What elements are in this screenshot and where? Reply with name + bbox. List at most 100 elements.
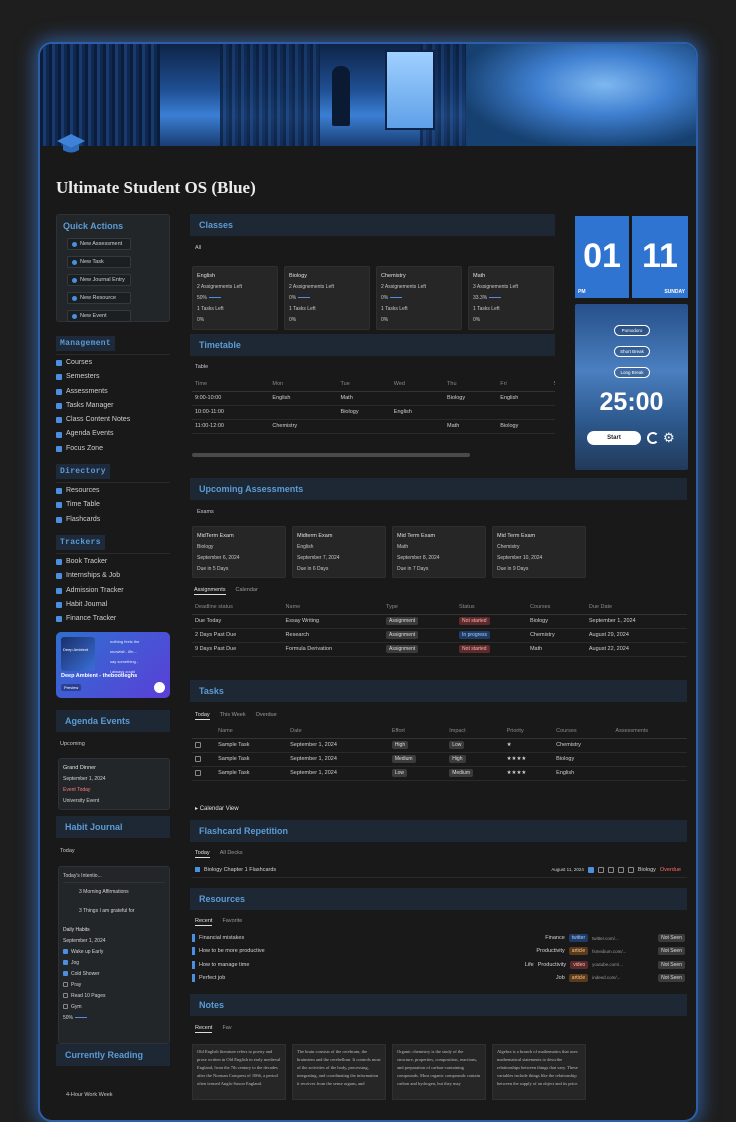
review-checkbox-1[interactable] [587,866,594,873]
tab-all-decks[interactable]: All Decks [220,850,243,858]
habit-view-today[interactable]: Today [60,848,75,854]
new-assessment-button[interactable]: New Assessment [67,238,131,250]
nav-internships[interactable]: Internships & Job [56,569,170,583]
tab-today-cards[interactable]: Today [195,850,210,858]
class-card[interactable]: English 2 Assignements Left 50% 1 Tasks Lef… [192,266,278,330]
table-row[interactable]: 2 Days Past Due Research Assignment In prog… [192,628,687,643]
habit-item[interactable]: Wake up Early [63,947,165,958]
table-row[interactable]: Sample Task September 1, 2024 High Low ★ Chem… [192,738,687,753]
classes-view-all[interactable]: All [195,245,201,251]
habit-item[interactable]: Read 10 Pages [63,991,165,1002]
nav-flashcards[interactable]: Flashcards [56,513,170,527]
habit-item[interactable]: Jog [63,958,165,969]
horizontal-scrollbar[interactable] [192,453,470,457]
note-card[interactable]: The brain consists of the cerebrum, the … [292,1044,386,1100]
target-icon [56,445,62,452]
nav-focus[interactable]: Focus Zone [56,442,170,456]
quick-actions-title: Quick Actions [63,221,124,231]
calendar-view-toggle[interactable]: ▸ Calendar View [195,805,239,812]
agenda-event-card[interactable]: Grand Dinner September 1, 2024 Event Tod… [58,758,170,810]
habit-checkbox[interactable] [63,949,68,955]
nav-admission[interactable]: Admission Tracker [56,584,170,598]
new-task-button[interactable]: New Task [67,256,131,268]
short-break-button[interactable]: Short Break [614,346,650,357]
nav-tasks[interactable]: Tasks Manager [56,399,170,413]
table-row[interactable]: Due Today Essay Writing Assignment Not star… [192,614,687,629]
tab-fav-notes[interactable]: Fav [222,1025,231,1033]
assessments-view-exams[interactable]: Exams [197,509,214,515]
nav-resources[interactable]: Resources [56,484,170,498]
habit-item[interactable]: Pray [63,980,165,991]
nav-semesters[interactable]: Semesters [56,370,170,384]
habit-checkbox[interactable] [63,993,68,999]
habit-checkbox[interactable] [63,960,68,966]
music-title: Deep Ambient - thebootleghs [61,673,138,679]
new-resource-button[interactable]: New Resource [67,292,131,304]
nav-class-notes[interactable]: Class Content Notes [56,413,170,427]
table-row[interactable]: Sample Task September 1, 2024 Low Medium ★★★… [192,766,687,781]
tab-today[interactable]: Today [195,712,210,720]
class-card[interactable]: Chemistry 2 Assignements Left 0% 1 Tasks Le… [376,266,462,330]
agenda-view-upcoming[interactable]: Upcoming [60,741,85,747]
new-journal-button[interactable]: New Journal Entry [67,274,131,286]
review-checkbox-2[interactable] [597,866,604,873]
table-row[interactable]: Sample Task September 1, 2024 Medium High ★★… [192,752,687,767]
play-icon[interactable] [154,682,165,693]
tab-calendar[interactable]: Calendar [236,587,258,595]
resource-row[interactable]: How to be more productive Productivity art… [192,945,687,957]
class-card[interactable]: Biology 2 Assignements Left 0% 1 Tasks Left… [284,266,370,330]
settings-icon[interactable]: ⚙ [663,431,675,444]
habit-checkbox[interactable] [63,982,68,988]
exam-card[interactable]: Midterm Exam English September 7, 2024 Due … [292,526,386,578]
tab-assignments[interactable]: Assignments [194,587,226,595]
nav-assessments[interactable]: Assessments [56,385,170,399]
habit-item[interactable]: Gym [63,1002,165,1013]
resources-tabs: Recent Favorite [195,918,242,926]
nav-finance[interactable]: Finance Tracker [56,612,170,626]
tab-overdue[interactable]: Overdue [256,712,277,720]
long-break-button[interactable]: Long Break [614,367,650,378]
review-checkbox-3[interactable] [607,866,614,873]
review-checkbox-5[interactable] [627,866,634,873]
table-row[interactable]: 11:00-12:00 Chemistry Math Biology [192,419,555,434]
tab-recent-notes[interactable]: Recent [195,1025,213,1033]
nav-timetable[interactable]: Time Table [56,498,170,512]
table-row[interactable]: 10:00-11:00 Biology English [192,405,555,420]
class-card[interactable]: Math 3 Assignements Left 33.3% 1 Tasks Left… [468,266,554,330]
task-checkbox[interactable] [195,755,201,762]
music-widget[interactable]: Deep Ambient nothing feels the snowfall … [56,632,170,698]
table-row[interactable]: 9:00-10:00 English Math Biology English [192,391,555,406]
note-card[interactable]: Organic chemistry is the study of the st… [392,1044,486,1100]
task-checkbox[interactable] [195,741,201,748]
tab-recent[interactable]: Recent [195,918,213,926]
start-button[interactable]: Start [587,431,641,445]
habit-checkbox[interactable] [63,1004,68,1010]
exam-card[interactable]: Mid Term Exam Chemistry September 10, 2024… [492,526,586,578]
note-card[interactable]: Old English literature refers to poetry … [192,1044,286,1100]
reset-icon[interactable] [647,432,659,444]
table-row[interactable]: 9 Days Past Due Formula Derivation Assignm… [192,642,687,657]
reading-book[interactable]: 4-Hour Work Week [66,1092,113,1098]
note-card[interactable]: Algebra is a branch of mathematics that … [492,1044,586,1100]
exam-card[interactable]: Mid Term Exam Math September 8, 2024 Due in… [392,526,486,578]
habit-checkbox[interactable] [63,971,68,977]
exam-card[interactable]: MidTerm Exam Biology September 6, 2024 Due … [192,526,286,578]
resource-row[interactable]: Perfect job Job article indeed.com/... Not S… [192,972,687,984]
timetable-view-table[interactable]: Table [195,364,208,370]
tab-this-week[interactable]: This Week [220,712,246,720]
trackers-section: Trackers Book Tracker Internships & Job … [56,531,170,626]
new-event-button[interactable]: New Event [67,310,131,322]
resource-row[interactable]: How to manage time Life Productivity video y… [192,959,687,971]
nav-habit-journal[interactable]: Habit Journal [56,598,170,612]
pomodoro-button[interactable]: Pomodoro [614,325,650,336]
tab-favorite[interactable]: Favorite [222,918,242,926]
flashcard-row[interactable]: Biology Chapter 1 Flashcards August 11, … [192,862,687,878]
nav-agenda[interactable]: Agenda Events [56,427,170,441]
habit-card[interactable]: Today's Intentio... 3 Morning Affirmatio… [58,866,170,1044]
nav-book-tracker[interactable]: Book Tracker [56,555,170,569]
nav-courses[interactable]: Courses [56,356,170,370]
resource-row[interactable]: Financial mistakes Finance twitter twitter.… [192,932,687,944]
habit-item[interactable]: Cold Shower [63,969,165,980]
review-checkbox-4[interactable] [617,866,624,873]
task-checkbox[interactable] [195,769,201,776]
